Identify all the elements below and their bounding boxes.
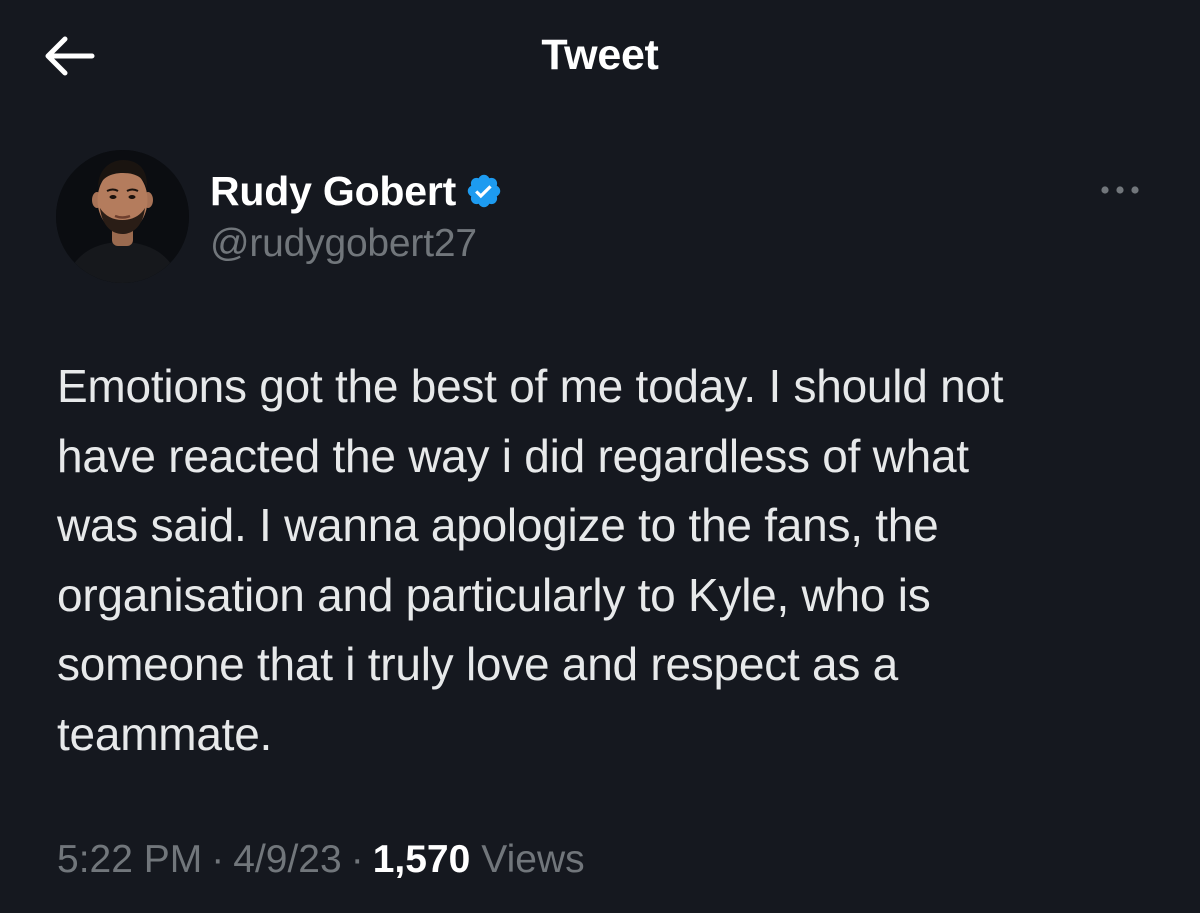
page-title: Tweet: [541, 31, 659, 79]
display-name[interactable]: Rudy Gobert: [210, 168, 456, 215]
profile-photo: [56, 150, 189, 283]
author-block[interactable]: Rudy Gobert @rudygobert27: [210, 166, 503, 266]
avatar[interactable]: [56, 150, 189, 283]
tweet-text: Emotions got the best of me today. I sho…: [57, 360, 1004, 760]
meta-separator: ·: [211, 838, 225, 881]
tweet-meta: 5:22 PM · 4/9/23 · 1,570 Views: [57, 838, 585, 882]
verified-badge-icon: [467, 174, 501, 208]
views-count[interactable]: 1,570: [373, 838, 471, 882]
user-handle[interactable]: @rudygobert27: [210, 222, 503, 266]
more-options-button[interactable]: [1096, 176, 1144, 204]
tweet-date[interactable]: 4/9/23: [233, 838, 341, 882]
more-horizontal-icon: [1101, 186, 1139, 194]
display-name-row: Rudy Gobert: [210, 166, 503, 216]
tweet-time[interactable]: 5:22 PM: [57, 838, 202, 882]
views-label[interactable]: Views: [481, 838, 584, 882]
top-bar: Tweet: [0, 0, 1200, 112]
meta-separator: ·: [350, 838, 364, 881]
